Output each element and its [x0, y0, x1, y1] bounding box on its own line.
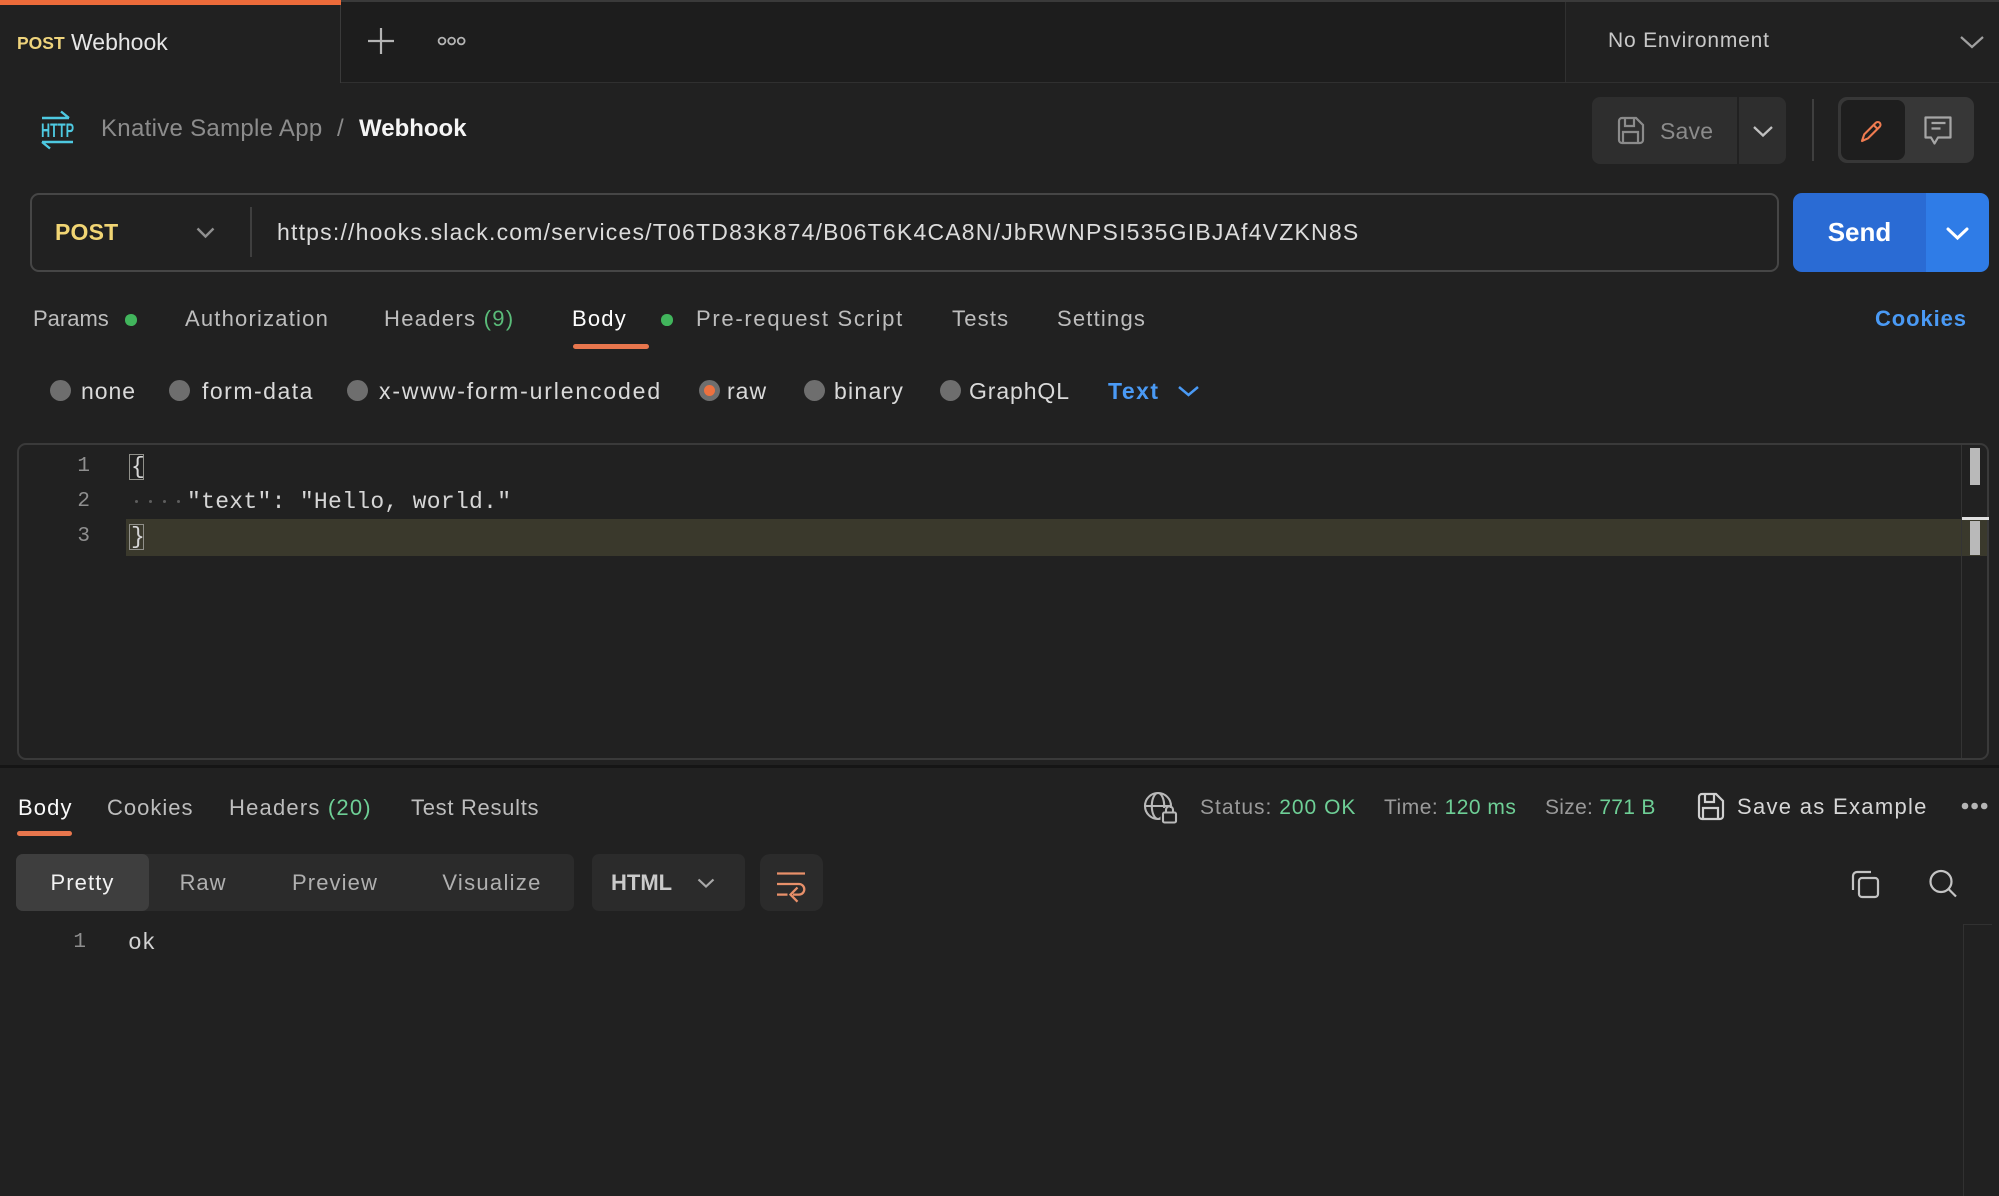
svg-text:HTTP: HTTP	[41, 121, 74, 142]
